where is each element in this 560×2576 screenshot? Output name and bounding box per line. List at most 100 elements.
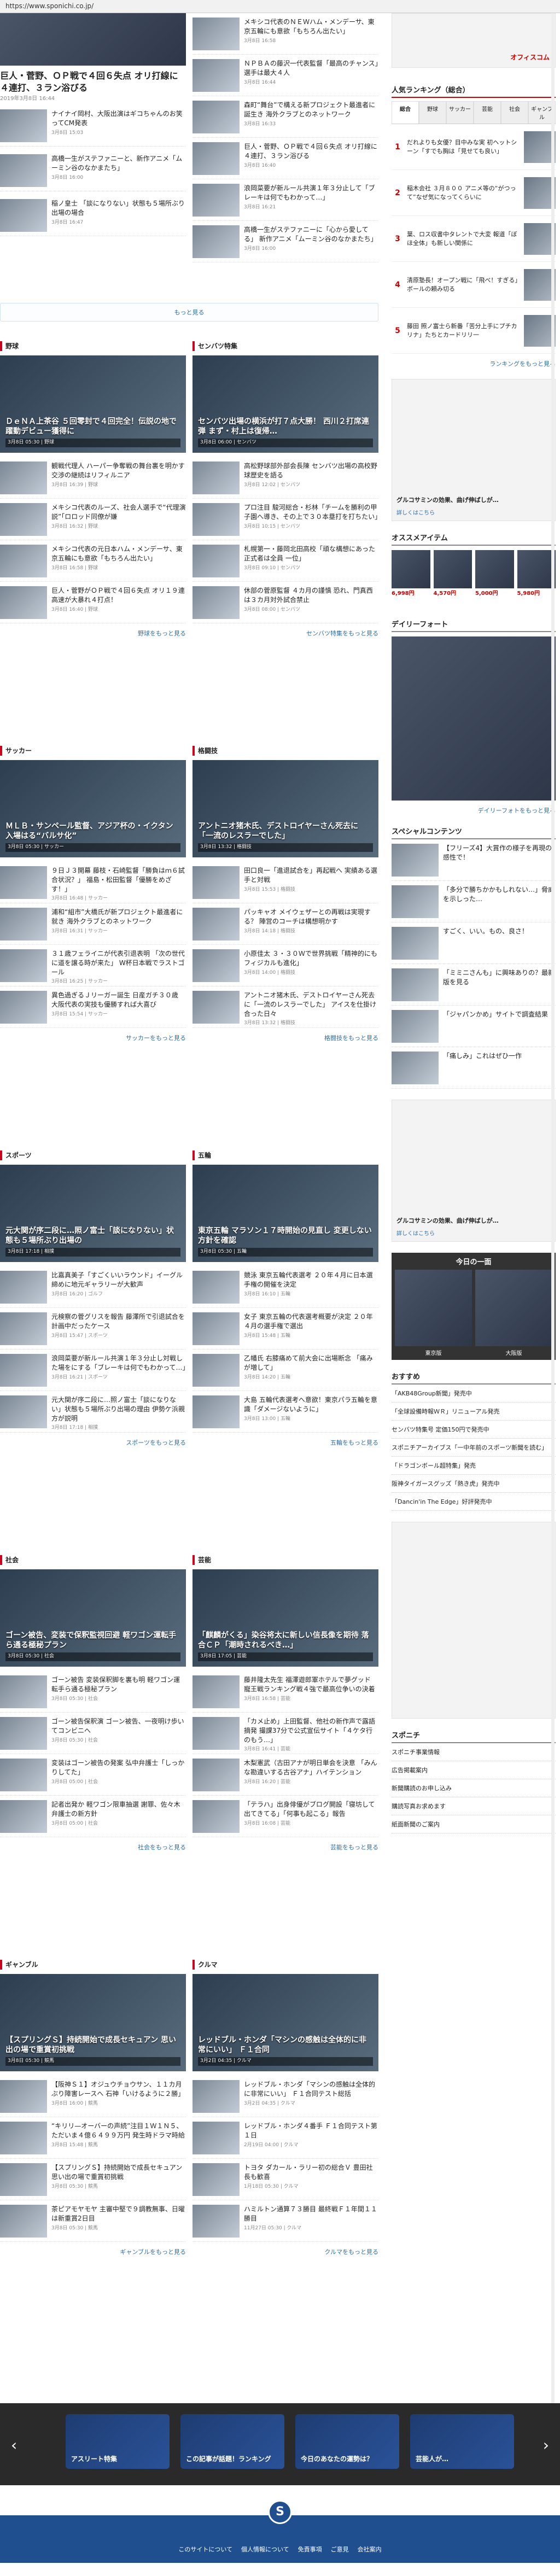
list-title[interactable]: ハミルトン通算７３勝目 最終戦Ｆ１年間１１勝目 xyxy=(244,2205,378,2223)
carousel-next-icon[interactable]: › xyxy=(543,2436,549,2454)
list-title[interactable]: 乙幡氏 右膝痛めて前大会に出場断念 「痛みが増して」 xyxy=(244,1354,378,1372)
list-title[interactable]: 大島 五輪代表選考へ意欲！東京パラ五輪を意識「ダメージないように」 xyxy=(244,1395,378,1414)
list-title[interactable]: ナイナイ岡村、大阪出演はギコちゃんのお笑ってCM発表 xyxy=(51,109,186,128)
osusume-item[interactable]: 「AKB48Group新聞」発売中 xyxy=(392,1385,556,1403)
list-item[interactable]: ゴーン被告保釈演 ゴーン被告、一夜明け歩いてコンビニへ 3月8日 05:30 | … xyxy=(0,1713,186,1754)
list-title[interactable]: 茶ピアモヤモヤ 主審中堅で９調教無事、日曜は新重賞2日目 xyxy=(51,2205,186,2223)
section-hero[interactable]: 東京五輪 マラソン１７時開始の見直し 変更しない方針を確認 3月8日 05:30 … xyxy=(192,1165,378,1262)
list-item[interactable]: 茶ピアモヤモヤ 主審中堅で９調教無事、日曜は新重賞2日目 3月8日 05:30 |… xyxy=(0,2200,186,2242)
list-title[interactable]: 異色過ぎるＪリーガー誕生 日産ガチ３０歳 大阪代表の実技も優勝すれば大喜び xyxy=(51,991,186,1009)
special-item[interactable]: 【フリーズ4】大賞作の様子を再現の感性で！ xyxy=(392,839,556,881)
list-title[interactable]: 【スプリングＳ】持続開始で成長セキュアン 思い出の場で重賞初挑戦 xyxy=(51,2163,186,2182)
list-title[interactable]: 元大関が序二段に…照ノ富士「談になりない」状態も５場所ぶり出場の理由 伊勢ケ浜親… xyxy=(51,1395,186,1423)
list-item[interactable]: レッドブル・ホンダ「マシンの感触は全体的に非常にいい」 Ｆ１合同テスト総括 3月2… xyxy=(192,2076,378,2117)
osusume-item[interactable]: 「ドラゴンボール超特集」発売 xyxy=(392,1457,556,1475)
list-item[interactable]: 元大関が序二段に…照ノ富士「談になりない」状態も５場所ぶり出場の理由 伊勢ケ浜親… xyxy=(0,1391,186,1433)
list-item[interactable]: ９日Ｊ３開幕 藤枝・石崎監督「勝負はｍ６試合状況？」 福島・松田監督「優勝をめざ… xyxy=(0,862,186,903)
ranking-tab[interactable]: 社会 xyxy=(501,101,528,124)
footer-link[interactable]: 個人情報について xyxy=(241,2546,289,2553)
section-more-link[interactable]: サッカーをもっと見る xyxy=(0,1033,186,1042)
carousel-item[interactable]: 芸能人が… xyxy=(410,2414,514,2469)
list-item[interactable]: 女子 東京五輪の代表選考概要が決定 ２０年４月の選手権で選出 3月8日 15:48… xyxy=(192,1308,378,1350)
section-hero[interactable]: 【スプリングＳ】持続開始で成長セキュアン 思い出の場で重賞初挑戦 3月8日 05:… xyxy=(0,1974,186,2071)
list-item[interactable]: パッキャオ メイウェザーとの再戦は実現する？ 陣営のコーチは構想明かす 3月8日 … xyxy=(192,903,378,945)
section-more-link[interactable]: 芸能をもっと見る xyxy=(192,1843,378,1851)
list-item[interactable]: 競泳 東京五輪代表選考 ２０年４月に日本選手権の開催を決定 3月8日 16:10 … xyxy=(192,1266,378,1308)
special-title[interactable]: 「多分で勝ちかかもしれない…」脅威を示しった… xyxy=(443,885,556,904)
headline-image[interactable] xyxy=(0,13,186,66)
list-title[interactable]: ３１歳フェライニが代表引退表明 「次の世代に道を譲る時が来た」 W杯日本戦でラス… xyxy=(51,949,186,977)
ad-banner[interactable]: オフィスコム xyxy=(392,13,556,68)
list-item[interactable]: 高橋一生がステファニーと、新作アニメ「ムーミン谷のなかまたち」 3月8日 16:0… xyxy=(0,150,186,192)
list-title[interactable]: 記者出発か 軽ワゴン限車抽選 謝罪、佐々木弁護士の新方針 xyxy=(51,1800,186,1819)
sponichi-item[interactable]: 紙面新聞のご案内 xyxy=(392,1815,556,1833)
banner-stack[interactable] xyxy=(392,1522,556,1719)
list-title[interactable]: 比嘉真美子「すごくいいラウンド」イーグル締めに地元ギャラリーが大歓声 xyxy=(51,1271,186,1289)
ranking-item[interactable]: 3 葉、ロス収書中タレントで大変 報道「ぼほ全体」も新しい関係に xyxy=(392,216,556,262)
list-item[interactable]: 木梨憲武（古田アナが明日単会を決意 「みんな勘違いする古谷アナ」ハイテンション 3… xyxy=(192,1754,378,1796)
hero-caption[interactable]: ＤｅＮＡ上茶谷 ５回零封で４回完全！伝説の地で躍動デビュー獲得に 3月8日 05:… xyxy=(5,417,180,447)
list-item[interactable]: 乙幡氏 右膝痛めて前大会に出場断念 「痛みが増して」 3月8日 14:20 | 五… xyxy=(192,1350,378,1391)
list-item[interactable]: 【阪神Ｓ１】オジュウチョウサン、１１カ月ぶり障害レースへ 石神「いけるように２勝… xyxy=(0,2076,186,2117)
section-more-link[interactable]: センバツ特集をもっと見る xyxy=(192,629,378,638)
sponichi-item[interactable]: 新聞購読のお申し込み xyxy=(392,1779,556,1797)
ranking-item[interactable]: 1 だれよりも女優？目中みな実 初ヘットシーン「すでも胸は「見せても良い」 xyxy=(392,124,556,170)
list-item[interactable]: 観戦代理人 ハーパー争奪戦の舞台裏を明かす 交渉の継続はリフィルニア 3月8日 1… xyxy=(0,457,186,499)
carousel-item[interactable]: 今日のあなたの運勢は？ xyxy=(295,2414,399,2469)
rank-title[interactable]: 稲木会社 ３月８００ アニメ等の“がつって”なぜ気になってくらいに xyxy=(407,184,521,201)
list-title[interactable]: 稲ノ皇士 「談になりない」状態も５場所ぶり出場の場合 xyxy=(51,199,186,218)
section-more-link[interactable]: 格闘技をもっと見る xyxy=(192,1033,378,1042)
section-more-link[interactable]: スポーツをもっと見る xyxy=(0,1438,186,1447)
osusume-item[interactable]: センバツ特集号 定価150円で発売中 xyxy=(392,1421,556,1439)
address-bar[interactable]: https://www.sponichi.co.jp/ xyxy=(0,0,560,13)
section-hero[interactable]: アントニオ猪木氏、デストロイヤーさん死去に「一流のレスラーでした」 3月8日 13… xyxy=(192,760,378,857)
section-hero[interactable]: ＤｅＮＡ上茶谷 ５回零封で４回完全！伝説の地で躍動デビュー獲得に 3月8日 05:… xyxy=(0,355,186,453)
list-title[interactable]: 浪岡菜要が新ルール共演１年３分止し対戦した場をにする「ブレーキは何でもわかって…… xyxy=(51,1354,186,1372)
list-item[interactable]: 巨人・菅野がＯＰ戦で４回６失点 オリ１９連高速が大暴れ４打点！ 3月8日 16:4… xyxy=(0,582,186,623)
special-title[interactable]: 「痛しみ」これはぜひ一作 xyxy=(443,1052,522,1061)
ranking-tab[interactable]: 芸能 xyxy=(474,101,501,124)
list-item[interactable]: 小原佳太 ３・３０Ｗで世界挑戦「精神的にもフィジカルも進化」 3月8日 14:00… xyxy=(192,945,378,986)
section-more-link[interactable]: ギャンブルをもっと見る xyxy=(0,2247,186,2256)
list-title[interactable]: 田口良一「進退試合を」再起戦へ 実績ある選手と対戦 xyxy=(244,866,378,885)
list-item[interactable]: メキシコ代表の元日本ハム・メンデーサ、東京五輪にも意欲「もちろん出たい」 3月8日… xyxy=(0,540,186,582)
section-more-link[interactable]: クルマをもっと見る xyxy=(192,2247,378,2256)
recommend-item[interactable]: 4,570円 xyxy=(433,550,472,597)
list-item[interactable]: 高松野球部外部会長陳 センバツ出場の高校野球歴史を語る 3月8日 12:02 | … xyxy=(192,457,378,499)
list-title[interactable]: 巨人・菅野がＯＰ戦で４回６失点 オリ１９連高速が大暴れ４打点！ xyxy=(51,586,186,605)
list-item[interactable]: 高橋一生がステファニーに「心から愛してる」 新作アニメ「ムーミン谷のなかまたち」… xyxy=(192,221,378,262)
list-item[interactable]: 藤井隆太先生 福澤遊郎軍ホテルで夢グッド 寵王戦ランキング戦４強で最高位争いの決… xyxy=(192,1671,378,1713)
list-title[interactable]: 森町“舞台”で構える新プロジェクト最進者に誕生き 海外クラブとのネットワーク xyxy=(244,101,378,119)
ad-gluco-2[interactable]: グルコサミンの効果、曲げ伸ばしが… 詳しくはこちら xyxy=(392,1100,556,1242)
list-item[interactable]: 浦和“組市”大橋氏が新プロジェクト最進者に就き 海外クラブとのネットワーク 3月8… xyxy=(0,903,186,945)
list-item[interactable]: 休部の菅原監督 ４カ月の謹慎 恐れ、門真西は３カ月対外試合禁止 3月8日 08:0… xyxy=(192,582,378,623)
section-hero[interactable]: ＭＬＢ・サンペール監督、アジア杯の・イクタン入場はる“バルサ化” 3月8日 05:… xyxy=(0,760,186,857)
special-item[interactable]: 「ミミニさんも」に興味ありの？最新版を見る xyxy=(392,964,556,1006)
list-title[interactable]: メキシコ代表のＮＥＷハム・メンデーサ、東京五輪にも意欲「もちろん出たい」 xyxy=(244,17,378,36)
special-title[interactable]: すごく、いい。もの、良さ！ xyxy=(443,927,528,936)
list-item[interactable]: トヨタ ダカール・ラリー初の総合Ｖ 豊田社長も歓喜 1月18日 05:30 | ク… xyxy=(192,2159,378,2200)
hero-caption[interactable]: ゴーン被告、変装で保釈監視回避 軽ワゴン運転手ら通る極秘プラン 3月8日 05:3… xyxy=(5,1631,180,1661)
list-item[interactable]: 【スプリングＳ】持続開始で成長セキュアン 思い出の場で重賞初挑戦 3月8日 05:… xyxy=(0,2159,186,2200)
hero-caption[interactable]: レッドブル・ホンダ「マシンの感触は全体的に非常にいい」 Ｆ１合同 3月2日 04:… xyxy=(198,2035,373,2066)
list-item[interactable]: 比嘉真美子「すごくいいラウンド」イーグル締めに地元ギャラリーが大歓声 3月8日 1… xyxy=(0,1266,186,1308)
footer-logo[interactable]: S xyxy=(268,2500,292,2524)
ad-gluco2-button[interactable]: 詳しくはこちら xyxy=(396,1229,435,1237)
sponichi-item[interactable]: 広告掲載案内 xyxy=(392,1761,556,1779)
list-title[interactable]: プロ注目 駿河総合・杉林「チームを勝利の甲子園へ導き、その上で３０本塁打を打ちた… xyxy=(244,503,378,522)
todays-osaka[interactable]: 大阪版 xyxy=(475,1270,552,1357)
list-title[interactable]: 変装はゴーン被告の発案 弘中弁護士「しっかりしてた」 xyxy=(51,1759,186,1777)
list-item[interactable]: ナイナイ岡村、大阪出演はギコちゃんのお笑ってCM発表 3月8日 15:03 xyxy=(0,105,186,147)
list-title[interactable]: アントニオ猪木氏、デストロイヤーさん死去に「一流のレスラーでした」 アイスを仕掛… xyxy=(244,991,378,1018)
list-title[interactable]: パッキャオ メイウェザーとの再戦は実現する？ 陣営のコーチは構想明かす xyxy=(244,908,378,926)
list-title[interactable]: メキシコ代表の元日本ハム・メンデーサ、東京五輪にも意欲「もちろん出たい」 xyxy=(51,545,186,563)
special-title[interactable]: 【フリーズ4】大賞作の様子を再現の感性で！ xyxy=(443,844,556,862)
hero-caption[interactable]: 東京五輪 マラソン１７時開始の見直し 変更しない方針を確認 3月8日 05:30 … xyxy=(198,1226,373,1257)
rank-title[interactable]: だれよりも女優？目中みな実 初ヘットシーン「すでも胸は「見せても良い」 xyxy=(407,138,521,155)
list-item[interactable]: ＮＰＢＡの藤沢一代表監督「最高のチャンス」選手は最大４人 3月8日 16:44 xyxy=(192,55,378,96)
rank-title[interactable]: 清原塾長！オープン戦に「飛べ！すぎる」ボールの頼み切る xyxy=(407,276,521,293)
special-item[interactable]: 「多分で勝ちかかもしれない…」脅威を示しった… xyxy=(392,881,556,922)
list-title[interactable]: 浦和“組市”大橋氏が新プロジェクト最進者に就き 海外クラブとのネットワーク xyxy=(51,908,186,926)
list-title[interactable]: “キリリ—オーバーの声続”注目１Ｗ１Ｎ５、ただいま４億６４９９万円 発生時ドラマ… xyxy=(51,2122,186,2140)
list-item[interactable]: メキシコ代表のルーズ、社会人選手で“代理演説”「ロロッド同僚が嫌 3月8日 16:… xyxy=(0,499,186,540)
